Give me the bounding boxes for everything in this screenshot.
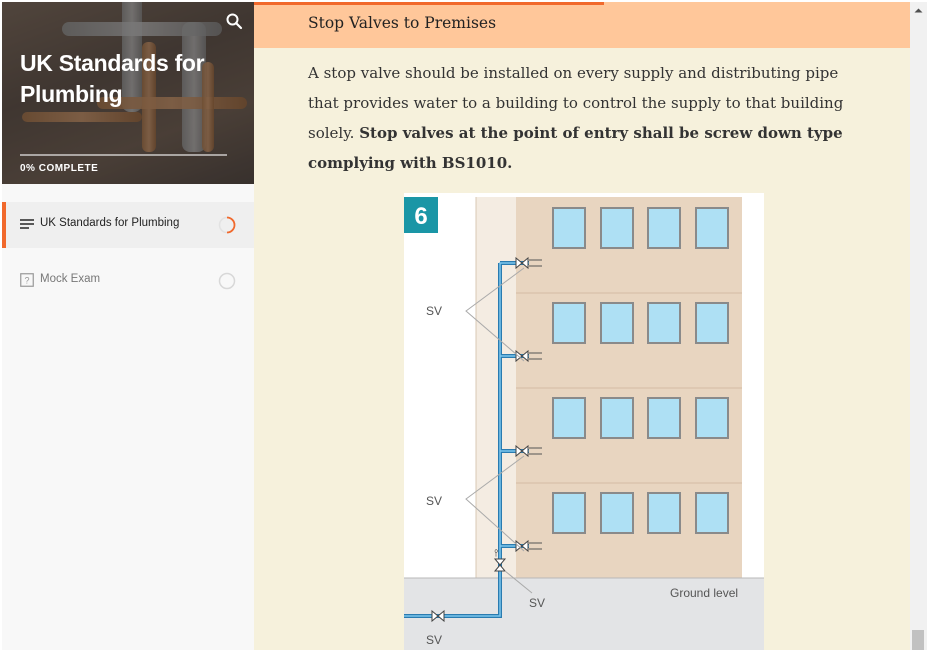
progress-ring-icon bbox=[218, 216, 236, 234]
stop-valve-diagram: ⫯ 6 SV SV SV SV Ground level bbox=[404, 193, 764, 650]
section-banner: Stop Valves to Premises bbox=[254, 2, 910, 48]
reading-progress-bar bbox=[254, 2, 604, 5]
course-progress-bar bbox=[20, 154, 227, 156]
lines-icon bbox=[20, 219, 34, 229]
sv-label: SV bbox=[426, 494, 442, 508]
quiz-icon: ? bbox=[20, 273, 34, 287]
svg-text:?: ? bbox=[24, 276, 29, 286]
svg-text:⫯: ⫯ bbox=[493, 548, 498, 559]
sidebar: UK Standards for Plumbing 0% COMPLETE UK… bbox=[2, 2, 254, 650]
lesson-content: Stop Valves to Premises A stop valve sho… bbox=[254, 2, 910, 650]
paragraph-bold-text: Stop valves at the point of entry shall … bbox=[308, 124, 843, 172]
course-progress-label: 0% COMPLETE bbox=[20, 163, 99, 174]
search-icon[interactable] bbox=[225, 12, 243, 30]
wall-strip bbox=[476, 197, 516, 583]
figure-number: 6 bbox=[414, 203, 427, 230]
ground-level-label: Ground level bbox=[670, 586, 738, 600]
sidebar-item-mock-exam[interactable]: ? Mock Exam bbox=[2, 258, 254, 304]
scroll-up-arrow-icon[interactable] bbox=[910, 2, 927, 19]
diagram-svg: ⫯ 6 SV SV SV SV Ground level bbox=[404, 197, 764, 650]
sv-label: SV bbox=[426, 304, 442, 318]
sidebar-item-label: UK Standards for Plumbing bbox=[40, 217, 180, 229]
page-scrollbar[interactable] bbox=[910, 2, 927, 650]
course-title: UK Standards for Plumbing bbox=[20, 50, 205, 107]
scroll-thumb[interactable] bbox=[912, 630, 924, 650]
sv-label: SV bbox=[529, 596, 545, 610]
app-frame: UK Standards for Plumbing 0% COMPLETE UK… bbox=[2, 2, 927, 650]
course-hero: UK Standards for Plumbing 0% COMPLETE bbox=[2, 2, 254, 184]
section-heading: Stop Valves to Premises bbox=[308, 14, 497, 32]
sidebar-item-label: Mock Exam bbox=[40, 273, 101, 285]
sidebar-item-uk-standards[interactable]: UK Standards for Plumbing bbox=[2, 202, 254, 248]
sv-label: SV bbox=[426, 633, 442, 647]
lesson-paragraph: A stop valve should be installed on ever… bbox=[308, 58, 868, 178]
status-circle-icon bbox=[218, 272, 236, 290]
